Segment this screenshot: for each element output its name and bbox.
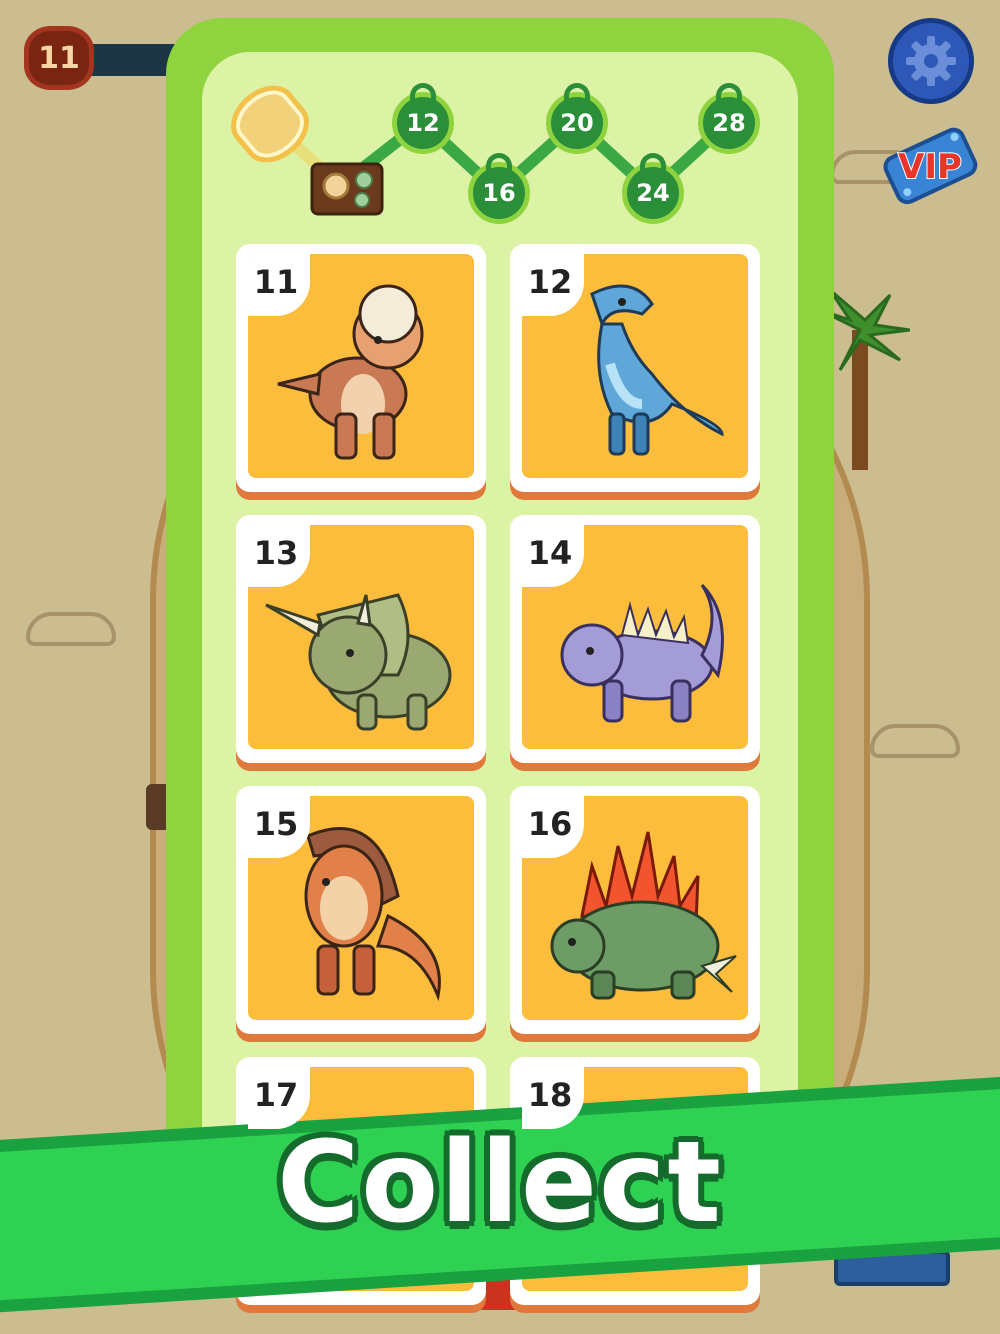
milestone-node[interactable]: 28 <box>698 83 760 154</box>
banner-title: Collect <box>277 1118 723 1248</box>
milestone-node[interactable]: 24 <box>622 153 684 224</box>
background-rock <box>26 612 116 646</box>
milestone-node[interactable]: 12 <box>392 83 454 154</box>
dino-card[interactable]: 14 <box>510 515 760 763</box>
dino-card[interactable]: 13 <box>236 515 486 763</box>
dino-card[interactable]: 11 <box>236 244 486 492</box>
milestone-node[interactable]: 20 <box>546 83 608 154</box>
dino-card[interactable]: 15 <box>236 786 486 1034</box>
dino-card[interactable]: 12 <box>510 244 760 492</box>
fossil-icon <box>310 162 384 216</box>
milestone-node[interactable]: 16 <box>468 153 530 224</box>
background-rock <box>870 724 960 758</box>
dino-card[interactable]: 16 <box>510 786 760 1034</box>
